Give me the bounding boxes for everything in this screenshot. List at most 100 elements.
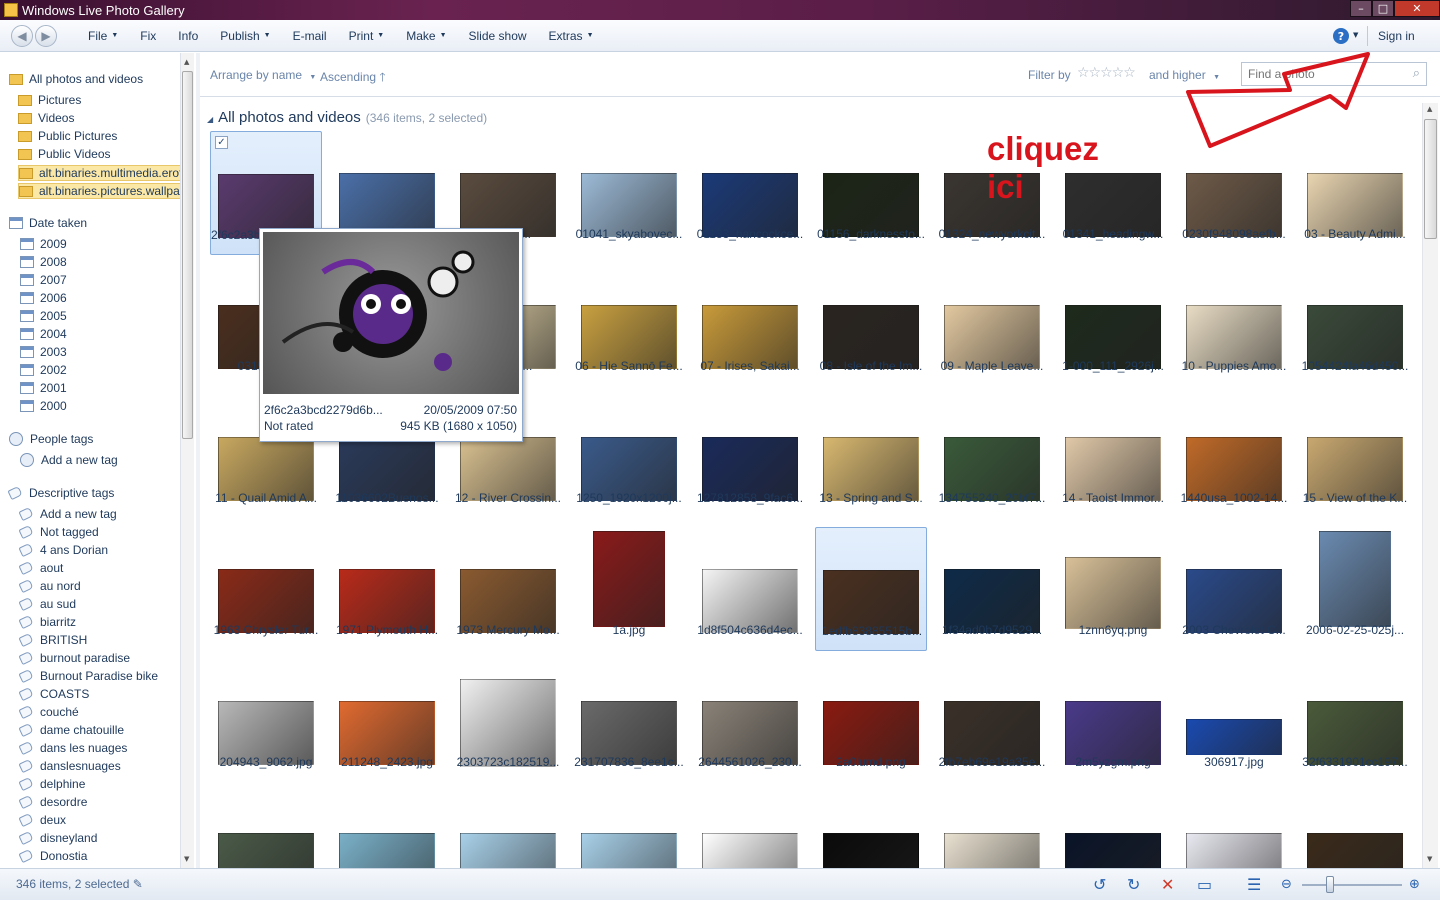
photo-tile[interactable]: 134755240_20bf7... <box>936 395 1048 519</box>
photo-thumbnail[interactable] <box>823 833 919 868</box>
zoom-out-icon[interactable]: ⊖ <box>1281 877 1292 892</box>
sidebar-item-tag[interactable]: 4 ans Dorian <box>18 542 108 558</box>
scroll-thumb[interactable] <box>1424 119 1437 239</box>
sidebar-item-year[interactable]: 2001 <box>20 381 67 395</box>
rating-filter-stars[interactable]: ☆☆☆☆☆ <box>1077 65 1136 81</box>
photo-tile[interactable]: 2006-02-25-025j... <box>1299 527 1411 651</box>
photo-tile[interactable]: 01133_hancockce... <box>694 131 806 255</box>
photo-tile[interactable]: 13 - Spring and S... <box>815 395 927 519</box>
sidebar-item-all-photos[interactable]: All photos and videos <box>9 72 143 86</box>
photo-tile[interactable]: 2303723c182519... <box>452 659 564 783</box>
photo-tile[interactable]: 1963 Chrysler Tur... <box>210 527 322 651</box>
sidebar-scrollbar[interactable]: ▲ ▼ <box>180 53 194 868</box>
sidebar-item-tag[interactable]: desordre <box>18 794 87 810</box>
sidebar-item-folder[interactable]: Pictures <box>18 93 81 107</box>
sidebar-item-folder[interactable]: Videos <box>18 111 74 125</box>
photo-thumbnail[interactable] <box>593 531 665 627</box>
sidebar-item-year[interactable]: 2002 <box>20 363 67 377</box>
photo-tile[interactable] <box>694 791 806 868</box>
photo-tile[interactable]: 14 - Taoist Immor... <box>1057 395 1169 519</box>
photo-tile[interactable]: 1440usa_1002-14... <box>1178 395 1290 519</box>
zoom-slider-thumb[interactable] <box>1326 876 1334 893</box>
photo-tile[interactable]: 1znn6yq.png <box>1057 527 1169 651</box>
sidebar-item-tag[interactable]: couché <box>18 704 79 720</box>
sidebar-item-tag[interactable]: BRITISH <box>18 632 87 648</box>
scroll-up-icon[interactable]: ▲ <box>1427 105 1432 113</box>
photo-tile[interactable]: 1edfb83885515b... <box>815 527 927 651</box>
photo-tile[interactable]: 15 - View of the K... <box>1299 395 1411 519</box>
photo-thumbnail[interactable] <box>702 833 798 868</box>
photo-thumbnail[interactable] <box>1065 833 1161 868</box>
collapse-icon[interactable]: ◢ <box>207 115 213 124</box>
menu-make[interactable]: Make ▼ <box>395 20 457 52</box>
sidebar-item-tag[interactable]: deux <box>18 812 66 828</box>
sidebar-item-add-tag[interactable]: Add a new tag <box>18 506 117 522</box>
sidebar-item-tag[interactable]: Burnout Paradise bike <box>18 668 158 684</box>
sidebar-item-tag[interactable]: au sud <box>18 596 76 612</box>
photo-tile[interactable]: 1a.jpg <box>573 527 685 651</box>
search-icon[interactable]: ⌕ <box>1413 66 1420 81</box>
sort-order-button[interactable]: Ascending 🡑 <box>320 68 386 89</box>
sidebar-item-add-people-tag[interactable]: Add a new tag <box>20 453 118 467</box>
photo-thumbnail[interactable] <box>581 833 677 868</box>
sign-in-link[interactable]: Sign in <box>1378 29 1415 43</box>
sidebar-item-year[interactable]: 2009 <box>20 237 67 251</box>
sidebar-item-year[interactable]: 2000 <box>20 399 67 413</box>
photo-tile[interactable] <box>210 791 322 868</box>
sidebar-item-tag[interactable]: Donostia <box>18 848 87 864</box>
photo-tile[interactable]: 2003 Chevrolet C... <box>1178 527 1290 651</box>
photo-thumbnail[interactable] <box>339 833 435 868</box>
menu-info[interactable]: Info <box>167 20 209 52</box>
minimize-button[interactable]: – <box>1350 0 1372 17</box>
menu-extras[interactable]: Extras ▼ <box>538 20 605 52</box>
sidebar-item-tag[interactable]: danslesnuages <box>18 758 121 774</box>
sidebar-item-year[interactable]: 2007 <box>20 273 67 287</box>
photo-tile[interactable]: 211248_2423.jpg <box>331 659 443 783</box>
sidebar-item-tag[interactable]: burnout paradise <box>18 650 130 666</box>
photo-tile[interactable]: 32f6331901cc197... <box>1299 659 1411 783</box>
photo-thumbnail[interactable] <box>460 833 556 868</box>
maximize-button[interactable]: □ <box>1372 0 1394 17</box>
sidebar-item-year[interactable]: 2005 <box>20 309 67 323</box>
sidebar-item-tag[interactable]: delphine <box>18 776 85 792</box>
menu-fix[interactable]: Fix <box>129 20 167 52</box>
sidebar-item-year[interactable]: 2008 <box>20 255 67 269</box>
scroll-down-icon[interactable]: ▼ <box>1427 855 1432 863</box>
photo-tile[interactable] <box>1057 791 1169 868</box>
photo-thumbnail[interactable] <box>218 833 314 868</box>
photo-tile[interactable]: 07 - Irises, Sakai... <box>694 263 806 387</box>
zoom-in-icon[interactable]: ⊕ <box>1409 877 1420 892</box>
sidebar-item-tag[interactable]: aout <box>18 560 63 576</box>
sidebar-item-tag[interactable]: biarritz <box>18 614 76 630</box>
scroll-up-icon[interactable]: ▲ <box>184 58 189 66</box>
delete-icon[interactable]: ✕ <box>1161 875 1174 894</box>
sidebar-item-year[interactable]: 2003 <box>20 345 67 359</box>
photo-thumbnail[interactable] <box>944 833 1040 868</box>
photo-tile[interactable]: 08 - Isle of the Im... <box>815 263 927 387</box>
grid-scrollbar[interactable]: ▲ ▼ <box>1422 103 1438 868</box>
photo-tile[interactable] <box>331 791 443 868</box>
sidebar-item-tag[interactable]: au nord <box>18 578 81 594</box>
help-caret-icon[interactable]: ▼ <box>1353 31 1358 39</box>
sidebar-item-tag[interactable]: dame chatouille <box>18 722 124 738</box>
photo-thumbnail[interactable] <box>1065 557 1161 629</box>
photo-thumbnail[interactable] <box>460 679 556 767</box>
close-button[interactable]: ✕ <box>1394 0 1440 17</box>
photo-tile[interactable]: 2a0lumd.png <box>815 659 927 783</box>
photo-tile[interactable]: 2644561026_230... <box>694 659 806 783</box>
photo-tile[interactable]: 1f34ad0b7d9529... <box>936 527 1048 651</box>
photo-tile[interactable] <box>1178 791 1290 868</box>
photo-tile[interactable] <box>573 791 685 868</box>
menu-e-mail[interactable]: E-mail <box>282 20 338 52</box>
sidebar-item-tag[interactable]: disneyland <box>18 830 97 846</box>
photo-tile[interactable]: 127812858_9fac6... <box>694 395 806 519</box>
sidebar-section-descriptive-tags[interactable]: Descriptive tags <box>7 485 114 501</box>
sidebar-item-folder[interactable]: alt.binaries.multimedia.erotica.amateur <box>18 165 180 181</box>
photo-tile[interactable]: 1971 Plymouth H... <box>331 527 443 651</box>
photo-tile[interactable]: 10 - Puppies Amo... <box>1178 263 1290 387</box>
photo-tile[interactable] <box>1299 791 1411 868</box>
arrange-by-dropdown[interactable]: Arrange by name ▼ <box>210 68 316 82</box>
sidebar-item-year[interactable]: 2006 <box>20 291 67 305</box>
select-checkbox[interactable]: ✓ <box>215 136 228 149</box>
photo-tile[interactable]: 1250_1920x1200j... <box>573 395 685 519</box>
